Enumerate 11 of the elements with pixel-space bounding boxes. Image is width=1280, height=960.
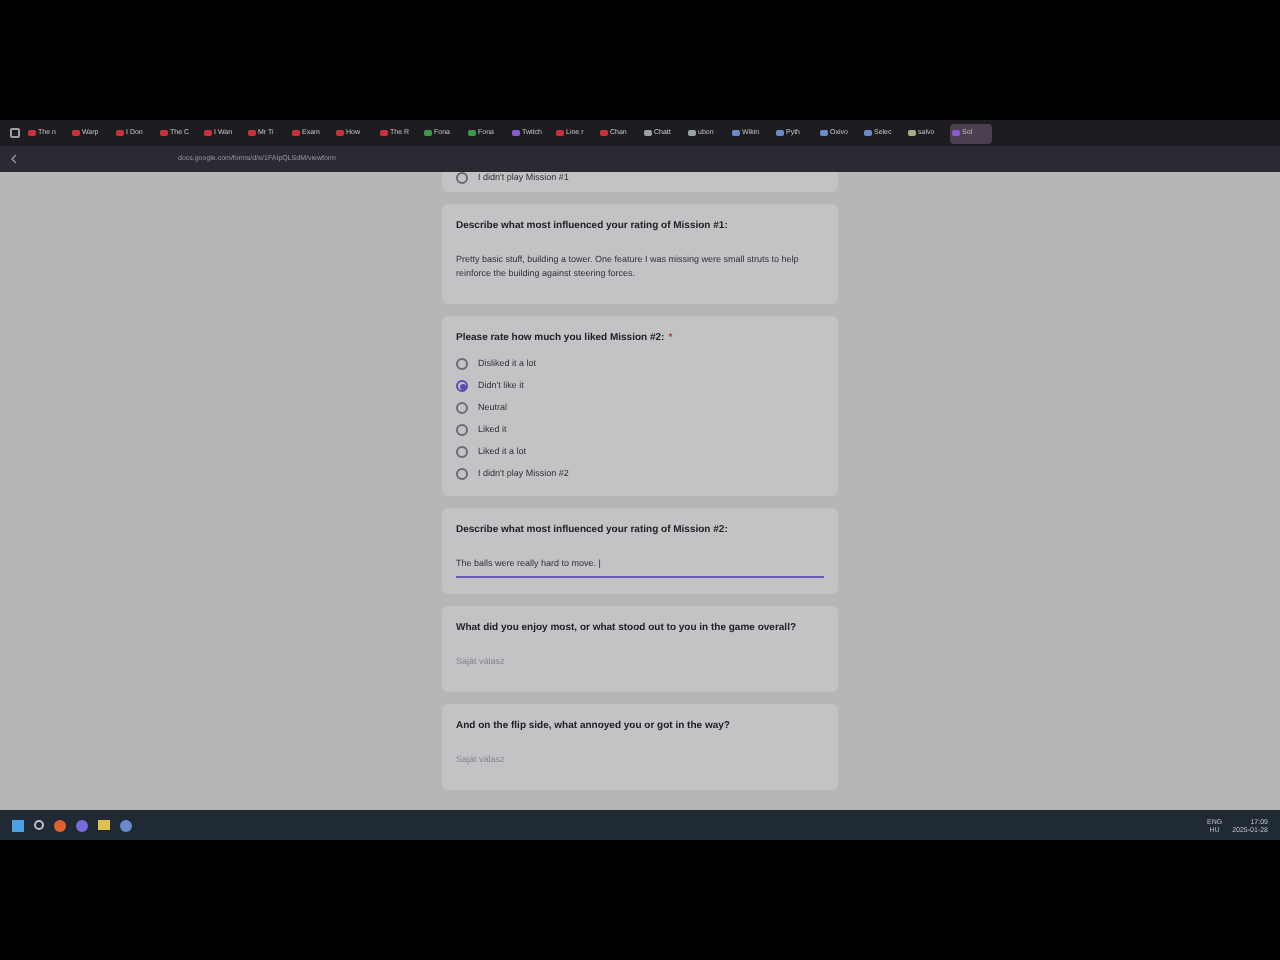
tab-overview-icon[interactable]: [10, 128, 20, 138]
radio-button[interactable]: [456, 424, 468, 436]
back-icon[interactable]: [10, 154, 18, 164]
radio-button[interactable]: [456, 358, 468, 370]
radio-button[interactable]: [456, 380, 468, 392]
search-icon[interactable]: [34, 820, 44, 830]
radio-button[interactable]: [456, 468, 468, 480]
radio-button[interactable]: [456, 172, 468, 184]
radio-button[interactable]: [456, 446, 468, 458]
start-icon[interactable]: [12, 819, 24, 831]
radio-button[interactable]: [456, 402, 468, 414]
